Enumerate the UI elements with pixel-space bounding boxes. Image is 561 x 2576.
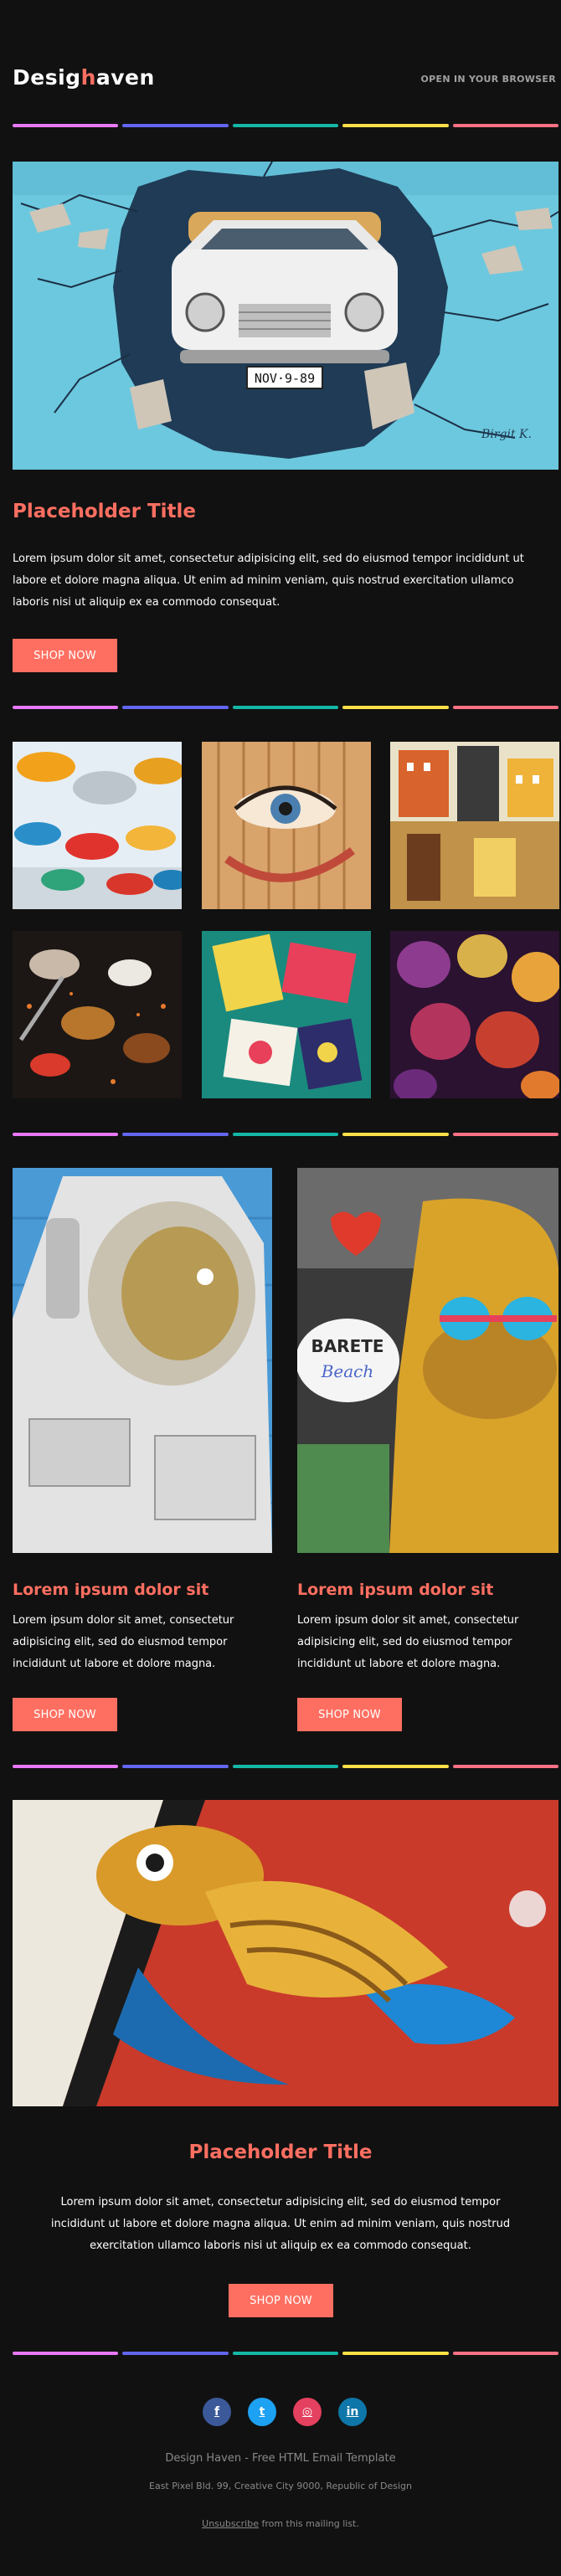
column-image-astronaut (13, 1168, 272, 1553)
separator (13, 1765, 559, 1768)
logo-accent: h (80, 65, 96, 90)
mural-text-beach: Beach (321, 1361, 374, 1381)
column-1-shop-now-button[interactable]: SHOP NOW (13, 1698, 117, 1731)
feature-text: Lorem ipsum dolor sit amet, consectetur … (50, 2196, 511, 2252)
hero-title: Placeholder Title (13, 501, 197, 522)
gallery-image-spices (13, 931, 182, 1098)
facebook-icon[interactable]: f (203, 2398, 231, 2426)
unsubscribe-link[interactable]: Unsubscribe (202, 2518, 259, 2529)
hero-shop-now-button[interactable]: SHOP NOW (13, 639, 117, 672)
separator (13, 124, 559, 127)
gallery-image-lanterns (390, 931, 559, 1098)
linkedin-icon[interactable]: in (338, 2398, 367, 2426)
footer-unsubscribe: Unsubscribe from this mailing list. (0, 2518, 561, 2529)
license-plate-text: NOV·9-89 (255, 371, 315, 386)
feature-shop-now-button[interactable]: SHOP NOW (229, 2284, 333, 2317)
logo[interactable]: Desighaven (13, 65, 155, 90)
feature-title: Placeholder Title (188, 2142, 373, 2163)
separator (13, 1133, 559, 1136)
gallery-image-umbrellas (13, 742, 182, 909)
open-in-browser-link[interactable]: OPEN IN YOUR BROWSER (421, 74, 557, 85)
twitter-icon[interactable]: t (248, 2398, 276, 2426)
column-1-title: Lorem ipsum dolor sit (13, 1581, 209, 1599)
feature-image-fish-mural (13, 1800, 558, 2106)
footer-address: East Pixel Bld. 99, Creative City 9000, … (149, 2481, 412, 2491)
logo-prefix: Desig (13, 65, 81, 90)
separator (13, 706, 559, 709)
gallery-image-reflection (390, 742, 559, 909)
logo-suffix: aven (95, 65, 155, 90)
gallery-image-frames (202, 931, 371, 1098)
column-2-title: Lorem ipsum dolor sit (297, 1581, 494, 1599)
separator (13, 2352, 559, 2355)
signature-text: Birgit K. (481, 428, 532, 441)
mural-text-barete: BARETE (311, 1336, 383, 1356)
header: Desighaven OPEN IN YOUR BROWSER (0, 0, 561, 126)
column-2-text: Lorem ipsum dolor sit amet, consectetur … (297, 1614, 519, 1670)
column-2-shop-now-button[interactable]: SHOP NOW (297, 1698, 402, 1731)
column-image-monkey-mural: BARETE Beach (297, 1168, 558, 1553)
column-1-text: Lorem ipsum dolor sit amet, consectetur … (13, 1614, 234, 1670)
unsubscribe-rest-text: from this mailing list. (258, 2518, 359, 2529)
hero-text: Lorem ipsum dolor sit amet, consectetur … (13, 553, 524, 609)
instagram-icon[interactable]: ◎ (293, 2398, 322, 2426)
gallery-image-eye-mural (202, 742, 371, 909)
footer-brand-line: Design Haven - Free HTML Email Template (165, 2452, 396, 2465)
email-page: Desighaven OPEN IN YOUR BROWSER NOV·9-89… (0, 0, 561, 2576)
hero-image: NOV·9-89 Birgit K. (13, 162, 558, 470)
